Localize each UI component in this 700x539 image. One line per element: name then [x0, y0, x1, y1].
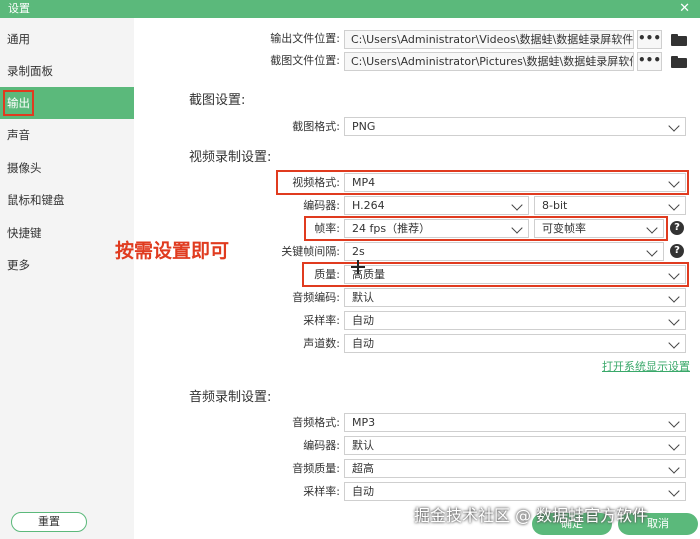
sidebar-item-record-panel[interactable]: 录制面板 — [0, 55, 134, 87]
channels-select[interactable]: 自动 — [344, 334, 686, 353]
chevron-down-icon — [646, 222, 658, 234]
encoder-select[interactable]: H.264 — [344, 196, 529, 215]
browse-output-button[interactable]: ••• — [637, 30, 662, 49]
chevron-down-icon — [668, 416, 680, 428]
audio-format-select[interactable]: MP3 — [344, 413, 686, 432]
sidebar-item-label: 更多 — [7, 258, 30, 272]
sidebar-item-general[interactable]: 通用 — [0, 23, 134, 55]
audio-sample-rate-label: 采样率: — [303, 485, 340, 498]
select-value: 2s — [352, 245, 365, 258]
select-value: 超高 — [352, 462, 374, 475]
screenshot-location-label: 截图文件位置: — [270, 54, 340, 67]
select-value: 自动 — [352, 337, 374, 350]
select-value: PNG — [352, 120, 376, 133]
help-icon[interactable]: ? — [670, 244, 684, 258]
select-value: H.264 — [352, 199, 385, 212]
chevron-down-icon — [511, 199, 523, 211]
open-system-display-link[interactable]: 打开系统显示设置 — [602, 358, 690, 374]
open-folder-icon[interactable] — [671, 56, 687, 68]
keyframe-select[interactable]: 2s — [344, 242, 664, 261]
chevron-down-icon — [668, 268, 680, 280]
open-folder-icon[interactable] — [671, 34, 687, 46]
select-value: 默认 — [352, 291, 374, 304]
select-value: 可变帧率 — [542, 222, 586, 235]
select-value: 自动 — [352, 485, 374, 498]
chevron-down-icon — [668, 314, 680, 326]
sidebar-item-label: 录制面板 — [7, 64, 53, 78]
chevron-down-icon — [668, 120, 680, 132]
keyframe-label: 关键帧间隔: — [281, 245, 340, 258]
select-value: 8-bit — [542, 199, 568, 212]
output-location-field[interactable]: C:\Users\Administrator\Videos\数据蛙\数据蛙录屏软… — [344, 30, 634, 49]
framerate-mode-select[interactable]: 可变帧率 — [534, 219, 664, 238]
select-value: MP3 — [352, 416, 376, 429]
chevron-down-icon — [668, 485, 680, 497]
sidebar-item-more[interactable]: 更多 — [0, 249, 134, 281]
audio-settings-title: 音频录制设置: — [189, 390, 272, 405]
sidebar-item-label: 鼠标和键盘 — [7, 193, 65, 207]
sidebar-item-label: 声音 — [7, 128, 30, 142]
video-settings-title: 视频录制设置: — [189, 150, 272, 165]
quality-select[interactable]: 高质量 — [344, 265, 686, 284]
audio-sample-rate-select[interactable]: 自动 — [344, 482, 686, 501]
select-value: 默认 — [352, 439, 374, 452]
screenshot-settings-title: 截图设置: — [189, 93, 246, 108]
audio-encoder-label: 编码器: — [303, 439, 340, 452]
sidebar-item-sound[interactable]: 声音 — [0, 119, 134, 151]
audio-format-label: 音频格式: — [292, 416, 340, 429]
bit-depth-select[interactable]: 8-bit — [534, 196, 686, 215]
move-cursor-icon — [351, 260, 365, 274]
chevron-down-icon — [668, 199, 680, 211]
sidebar-item-label: 快捷键 — [7, 226, 42, 240]
chevron-down-icon — [668, 291, 680, 303]
annotation-text: 按需设置即可 — [115, 240, 230, 262]
screenshot-format-select[interactable]: PNG — [344, 117, 686, 136]
audio-codec-label: 音频编码: — [292, 291, 340, 304]
chevron-down-icon — [511, 222, 523, 234]
reset-button[interactable]: 重置 — [11, 512, 87, 532]
close-icon[interactable]: ✕ — [679, 1, 690, 17]
screenshot-location-field[interactable]: C:\Users\Administrator\Pictures\数据蛙\数据蛙录… — [344, 52, 634, 71]
sidebar: 通用 录制面板 输出 声音 摄像头 鼠标和键盘 快捷键 更多 — [0, 18, 134, 539]
encoder-label: 编码器: — [303, 199, 340, 212]
output-location-label: 输出文件位置: — [270, 32, 340, 45]
chevron-down-icon — [646, 245, 658, 257]
browse-screenshot-button[interactable]: ••• — [637, 52, 662, 71]
sample-rate-select[interactable]: 自动 — [344, 311, 686, 330]
video-format-label: 视频格式: — [292, 176, 340, 189]
quality-label: 质量: — [314, 268, 340, 281]
sample-rate-label: 采样率: — [303, 314, 340, 327]
chevron-down-icon — [668, 439, 680, 451]
sidebar-item-label: 输出 — [3, 90, 34, 116]
sidebar-item-output[interactable]: 输出 — [0, 87, 134, 119]
chevron-down-icon — [668, 337, 680, 349]
audio-encoder-select[interactable]: 默认 — [344, 436, 686, 455]
settings-main: 输出文件位置: C:\Users\Administrator\Videos\数据… — [134, 18, 700, 539]
chevron-down-icon — [668, 462, 680, 474]
audio-quality-label: 音频质量: — [292, 462, 340, 475]
watermark: 掘金技术社区 @ 数据蛙官方软件 — [414, 506, 649, 525]
select-value: 自动 — [352, 314, 374, 327]
select-value: 24 fps（推荐） — [352, 222, 431, 235]
framerate-select[interactable]: 24 fps（推荐） — [344, 219, 529, 238]
sidebar-item-label: 摄像头 — [7, 161, 42, 175]
video-format-select[interactable]: MP4 — [344, 173, 686, 192]
framerate-label: 帧率: — [314, 222, 340, 235]
chevron-down-icon — [668, 176, 680, 188]
select-value: MP4 — [352, 176, 376, 189]
audio-codec-select[interactable]: 默认 — [344, 288, 686, 307]
sidebar-item-camera[interactable]: 摄像头 — [0, 152, 134, 184]
audio-quality-select[interactable]: 超高 — [344, 459, 686, 478]
sidebar-item-hotkeys[interactable]: 快捷键 — [0, 217, 134, 249]
sidebar-item-label: 通用 — [7, 32, 30, 46]
help-icon[interactable]: ? — [670, 221, 684, 235]
channels-label: 声道数: — [303, 337, 340, 350]
screenshot-format-label: 截图格式: — [292, 120, 340, 133]
title-bar: 设置 ✕ — [0, 0, 700, 18]
window-title: 设置 — [8, 2, 30, 15]
sidebar-item-mouse-keyboard[interactable]: 鼠标和键盘 — [0, 184, 134, 216]
